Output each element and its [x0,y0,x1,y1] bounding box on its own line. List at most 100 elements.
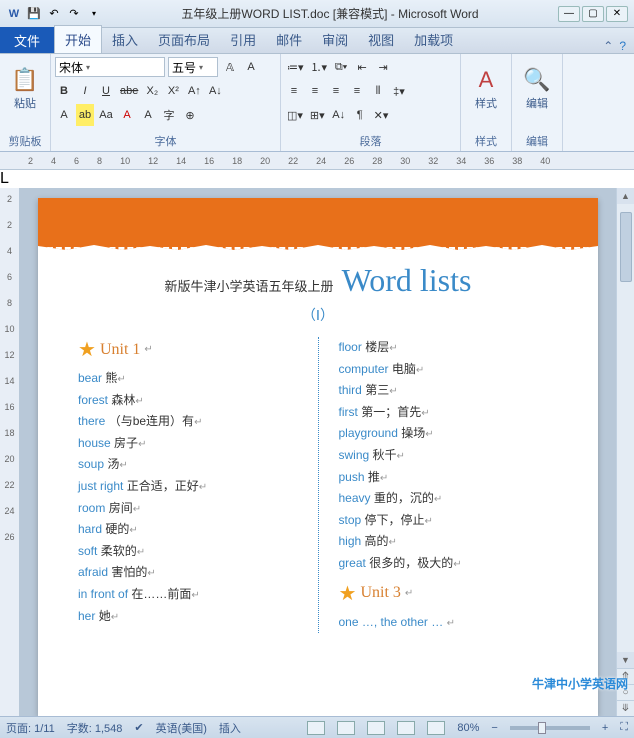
asian-layout-button[interactable]: ✕▾ [372,104,391,126]
bold-button[interactable]: B [55,80,73,102]
maximize-button[interactable]: ▢ [582,6,604,22]
borders-button[interactable]: ⊞▾ [308,104,327,126]
titlebar: W 💾 ↶ ↷ ▾ 五年级上册WORD LIST.doc [兼容模式] - Mi… [0,0,634,28]
draft-view-button[interactable] [427,721,445,735]
tab-references[interactable]: 引用 [220,26,266,53]
subscript-button[interactable]: X₂ [143,80,161,102]
tab-layout[interactable]: 页面布局 [148,26,220,53]
scroll-down-icon[interactable]: ▼ [617,652,634,668]
page-indicator[interactable]: 页面: 1/11 [6,720,55,736]
next-page-icon[interactable]: ⤋ [617,700,634,716]
tab-view[interactable]: 视图 [358,26,404,53]
word-entry: room 房间↵ [78,498,298,520]
word-count[interactable]: 字数: 1,548 [67,720,123,736]
qat-dropdown-icon[interactable]: ▾ [86,6,102,22]
char-border-button[interactable]: A [139,104,157,126]
align-right-button[interactable]: ≡ [327,80,345,102]
word-columns: ★ Unit 1 ↵ bear 熊↵forest 森林↵there （与be连用… [78,337,558,633]
underline-button[interactable]: U [97,80,115,102]
text-effects-button[interactable]: A [55,104,73,126]
grow-font-button[interactable]: A↑ [185,80,203,102]
word-en: forest [78,393,108,407]
close-button[interactable]: ✕ [606,6,628,22]
paste-button[interactable]: 📋 粘贴 [4,56,46,122]
zoom-in-button[interactable]: + [602,722,608,734]
font-name-combo[interactable]: 宋体▾ [55,57,165,77]
word-en: high [339,534,362,548]
save-icon[interactable]: 💾 [26,6,42,22]
vertical-scrollbar[interactable]: ▲ ▼ ⤊ ○ ⤋ [616,188,634,716]
vertical-ruler[interactable]: 2 2 4 6 8 10 12 14 16 18 20 22 24 26 [0,188,20,716]
word-zh: 熊 [105,371,117,385]
numbering-button[interactable]: ⒈▾ [309,56,330,78]
file-tab[interactable]: 文件 [0,27,54,53]
decrease-indent-button[interactable]: ⇤ [353,56,371,78]
char-shading-button[interactable]: 字 [160,104,178,126]
increase-indent-button[interactable]: ⇥ [374,56,392,78]
scroll-thumb[interactable] [620,212,632,282]
word-en: stop [339,513,362,527]
case-button[interactable]: Aa [97,104,115,126]
align-center-button[interactable]: ≡ [306,80,324,102]
sort-button[interactable]: A↓ [330,104,348,126]
highlight-button[interactable]: ab [76,104,94,126]
shading-button[interactable]: ◫▾ [285,104,305,126]
outline-view-button[interactable] [397,721,415,735]
fullscreen-view-button[interactable] [337,721,355,735]
strikethrough-button[interactable]: abe [118,80,140,102]
zoom-out-button[interactable]: − [491,722,497,734]
proofing-icon[interactable]: ✔ [134,721,143,734]
print-layout-view-button[interactable] [307,721,325,735]
justify-button[interactable]: ≡ [348,80,366,102]
zoom-full-icon[interactable]: ⛶ [620,721,628,734]
word-zh: 操场 [401,426,425,440]
zoom-slider[interactable] [510,726,590,730]
multilevel-button[interactable]: ⧉▾ [332,56,350,78]
distributed-button[interactable]: ⫴ [369,80,387,102]
ruler-corner[interactable]: L [0,170,634,188]
show-marks-button[interactable]: ¶ [351,104,369,126]
clear-formatting-button[interactable]: A [242,56,260,78]
styles-button[interactable]: A 样式 [465,56,507,122]
font-color-button[interactable]: A [118,104,136,126]
tab-insert[interactable]: 插入 [102,26,148,53]
ribbon-group-font: 宋体▾ 五号▾ 𝔸 A B I U abe X₂ X² A↑ A↓ A ab A… [51,54,281,151]
editing-button[interactable]: 🔍 编辑 [516,56,558,122]
word-en: just right [78,479,123,493]
superscript-button[interactable]: X² [164,80,182,102]
tab-review[interactable]: 审阅 [312,26,358,53]
insert-mode[interactable]: 插入 [219,720,241,736]
horizontal-ruler[interactable]: 2 4 6 8 10 12 14 16 18 20 22 24 26 28 30… [0,152,634,170]
tab-home[interactable]: 开始 [54,25,102,53]
tab-mailings[interactable]: 邮件 [266,26,312,53]
bullets-button[interactable]: ≔▾ [285,56,306,78]
italic-button[interactable]: I [76,80,94,102]
line-spacing-button[interactable]: ‡▾ [390,80,408,102]
tab-addins[interactable]: 加载项 [404,26,463,53]
word-en: third [339,383,362,397]
word-en: afraid [78,565,108,579]
scroll-up-icon[interactable]: ▲ [617,188,634,204]
word-entry: forest 森林↵ [78,390,298,412]
word-entry: floor 楼层↵ [339,337,559,359]
web-view-button[interactable] [367,721,385,735]
page-scroll-area[interactable]: 新版牛津小学英语五年级上册 Word lists （Ⅰ） ★ Unit 1 ↵ … [20,188,616,716]
minimize-button[interactable]: — [558,6,580,22]
help-icon[interactable]: ? [619,39,626,53]
zoom-level[interactable]: 80% [457,722,479,734]
watermark: 牛津中小学英语网 [532,675,628,692]
language-indicator[interactable]: 英语(美国) [156,720,207,736]
font-size-combo[interactable]: 五号▾ [168,57,218,77]
document-page[interactable]: 新版牛津小学英语五年级上册 Word lists （Ⅰ） ★ Unit 1 ↵ … [38,198,598,716]
minimize-ribbon-icon[interactable]: ⌃ [603,39,613,53]
word-en: there [78,414,105,428]
word-icon: W [6,6,22,22]
align-left-button[interactable]: ≡ [285,80,303,102]
redo-icon[interactable]: ↷ [66,6,82,22]
shrink-font-button[interactable]: A↓ [206,80,224,102]
phonetic-button[interactable]: ⊕ [181,104,199,126]
zoom-slider-handle[interactable] [538,722,546,734]
undo-icon[interactable]: ↶ [46,6,62,22]
unit3-heading: ★ Unit 3 ↵ [339,581,559,606]
change-case-button[interactable]: 𝔸 [221,56,239,78]
